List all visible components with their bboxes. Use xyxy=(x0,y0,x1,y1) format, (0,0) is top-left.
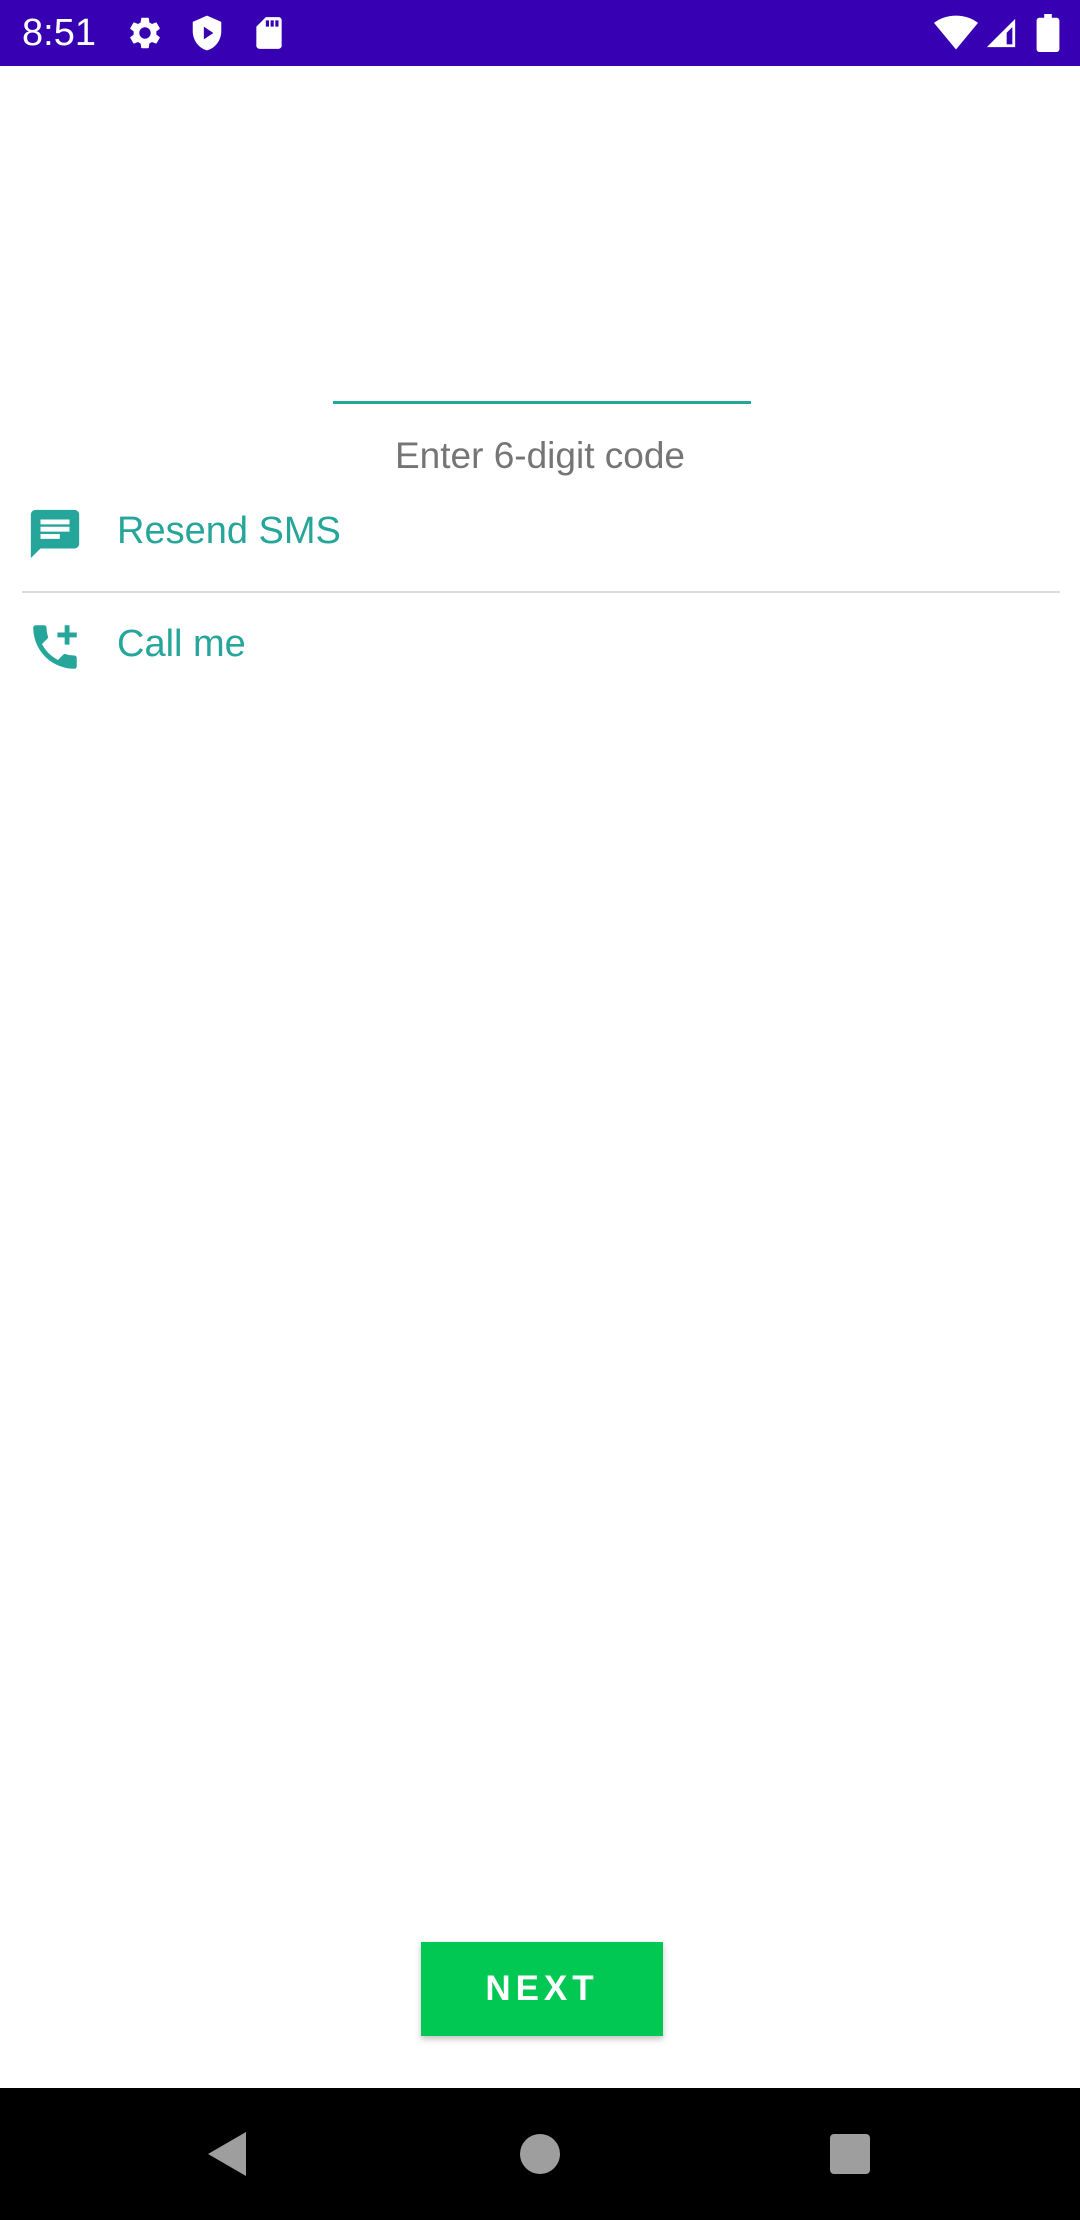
verification-code-input[interactable] xyxy=(333,330,751,404)
back-icon[interactable] xyxy=(196,2122,260,2186)
next-button[interactable]: NEXT xyxy=(421,1942,663,2036)
resend-sms-label: Resend SMS xyxy=(117,510,341,552)
options-divider xyxy=(22,591,1060,593)
home-icon[interactable] xyxy=(508,2122,572,2186)
verification-screen: 8:51 Enter 6-digit code Resend SMS Call … xyxy=(0,0,1080,2220)
call-me-label: Call me xyxy=(117,623,246,665)
wifi-icon xyxy=(934,13,978,53)
message-icon xyxy=(26,505,84,563)
navigation-bar xyxy=(0,2088,1080,2220)
recents-icon[interactable] xyxy=(818,2122,882,2186)
battery-icon xyxy=(1036,14,1060,52)
resend-sms-button[interactable]: Resend SMS xyxy=(22,481,1060,581)
status-time: 8:51 xyxy=(22,12,96,54)
code-hint-label: Enter 6-digit code xyxy=(394,435,685,476)
settings-icon xyxy=(126,14,164,52)
sd-card-icon xyxy=(250,14,288,52)
add-call-icon xyxy=(26,618,84,676)
call-me-button[interactable]: Call me xyxy=(22,594,1060,694)
play-protect-icon xyxy=(188,14,226,52)
cell-signal-icon xyxy=(984,15,1018,51)
status-bar: 8:51 xyxy=(0,0,1080,66)
